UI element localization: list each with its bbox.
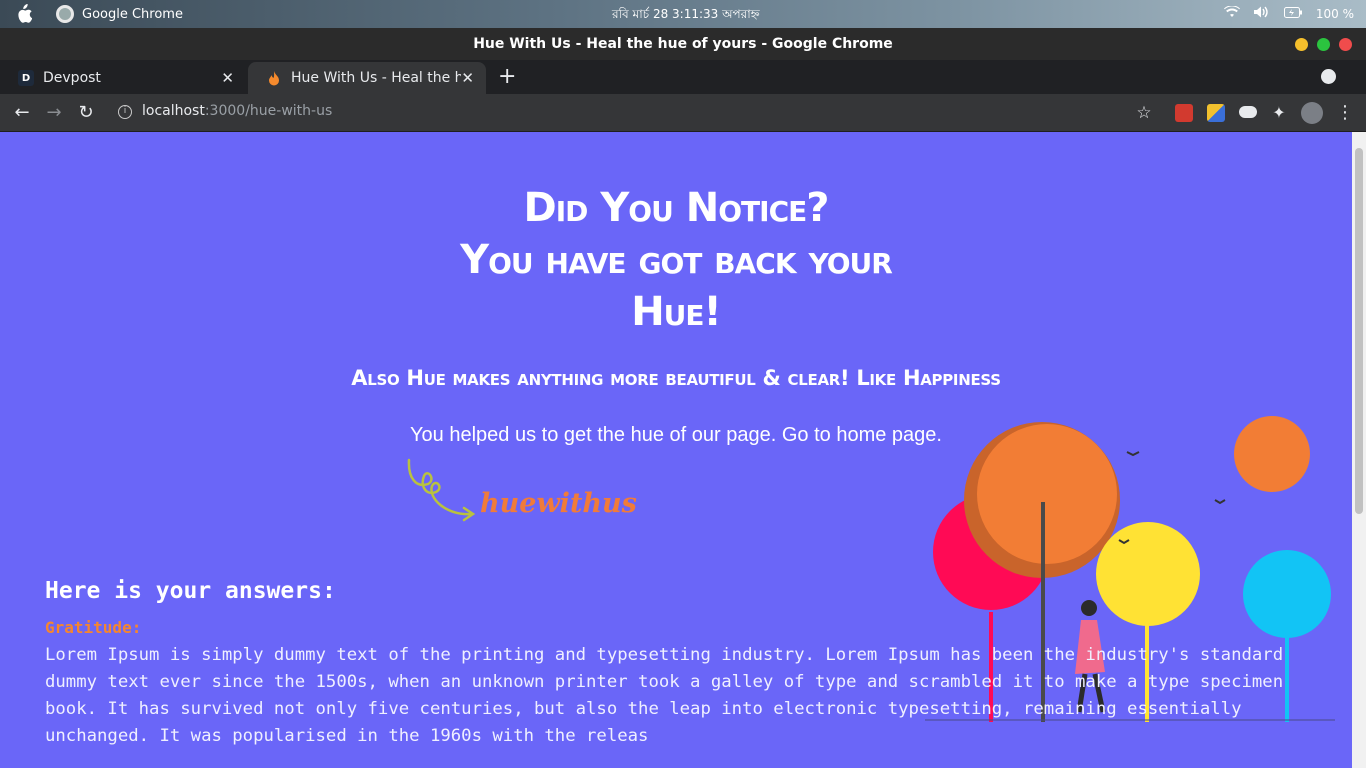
hero: Did You Notice? You have got back your H… [0,182,1352,390]
blue-tree-crown [1243,550,1331,638]
forward-arrow-icon[interactable]: → [42,101,66,125]
scrollbar[interactable] [1352,132,1366,768]
tab-label: Devpost [43,70,101,86]
hero-title-line3: Hue! [631,289,722,335]
address-bar[interactable]: localhost:3000/hue-with-us [142,103,332,119]
tab-hue-with-us[interactable]: Hue With Us - Heal the hue of yours ✕ [248,62,486,94]
battery-percent: 100 % [1315,6,1354,21]
hero-title: Did You Notice? You have got back your H… [0,182,1352,338]
logo-text: huewithus [480,488,637,519]
os-clock[interactable]: রবি মার্চ 28 3:11:33 অপরাহ্ন [612,6,760,26]
home-link-prefix: You helped us to get the hue of our page… [410,424,782,446]
answer-label: Gratitude: [45,618,142,637]
curly-arrow-icon [407,458,476,522]
tab-strip: D Devpost ✕ Hue With Us - Heal the hue o… [0,60,1366,94]
os-active-app[interactable]: Google Chrome [56,5,183,23]
tab-label: Hue With Us - Heal the hue of yours [291,70,461,86]
flame-icon [266,70,282,86]
orange-tree-crown [977,424,1117,564]
home-page-link[interactable]: Go to home page. [782,424,942,446]
battery-icon[interactable] [1283,6,1302,21]
hero-title-line1: Did You Notice? [523,185,830,231]
apple-icon[interactable] [14,4,32,24]
url-host: localhost [142,103,205,119]
extension-icon[interactable] [1175,104,1193,122]
devpost-favicon-icon: D [18,70,34,86]
new-tab-button[interactable]: + [498,64,516,89]
os-top-bar: Google Chrome রবি মার্চ 28 3:11:33 অপরাহ… [0,0,1366,28]
close-window-button[interactable] [1339,38,1352,51]
menu-dots-icon[interactable]: ⋮ [1333,101,1357,125]
minimize-button[interactable] [1295,38,1308,51]
reload-icon[interactable]: ↻ [74,101,98,125]
tab-search-icon[interactable] [1321,69,1336,84]
avatar[interactable] [1301,102,1323,124]
hero-title-line2: You have got back your [460,237,893,283]
bird-icon [1214,499,1226,505]
hero-subtitle: Also Hue makes anything more beautiful &… [351,366,1001,390]
puzzle-icon[interactable]: ✦ [1267,101,1291,125]
extension-icon[interactable] [1207,104,1225,122]
back-arrow-icon[interactable]: ← [10,101,34,125]
scrollbar-thumb[interactable] [1355,148,1363,514]
cloud-icon[interactable] [1239,106,1257,118]
tab-devpost[interactable]: D Devpost ✕ [0,62,246,94]
chrome-icon [56,5,74,23]
os-app-name: Google Chrome [82,6,183,22]
close-icon[interactable]: ✕ [221,69,234,87]
volume-icon[interactable] [1253,6,1270,21]
page-content: Did You Notice? You have got back your H… [0,132,1352,768]
small-orange-tree-crown [1234,416,1310,492]
site-info-icon[interactable]: i [118,105,132,119]
close-icon[interactable]: ✕ [461,69,474,87]
url-path: :3000/hue-with-us [204,103,333,119]
answers-title: Here is your answers: [45,578,336,604]
window-titlebar: Hue With Us - Heal the hue of yours - Go… [0,28,1366,60]
huewithus-logo[interactable]: huewithus [406,458,637,528]
answer-text: Lorem Ipsum is simply dummy text of the … [45,645,1284,746]
bookmark-star-icon[interactable]: ☆ [1132,101,1156,125]
window-title: Hue With Us - Heal the hue of yours - Go… [473,36,893,52]
maximize-button[interactable] [1317,38,1330,51]
bird-icon [1126,451,1140,457]
os-status-area[interactable]: 100 % [1223,5,1354,21]
browser-toolbar: ← → ↻ i localhost:3000/hue-with-us ☆ ✦ ⋮ [0,94,1366,132]
wifi-icon[interactable] [1223,5,1240,21]
yellow-tree-crown [1096,522,1200,626]
